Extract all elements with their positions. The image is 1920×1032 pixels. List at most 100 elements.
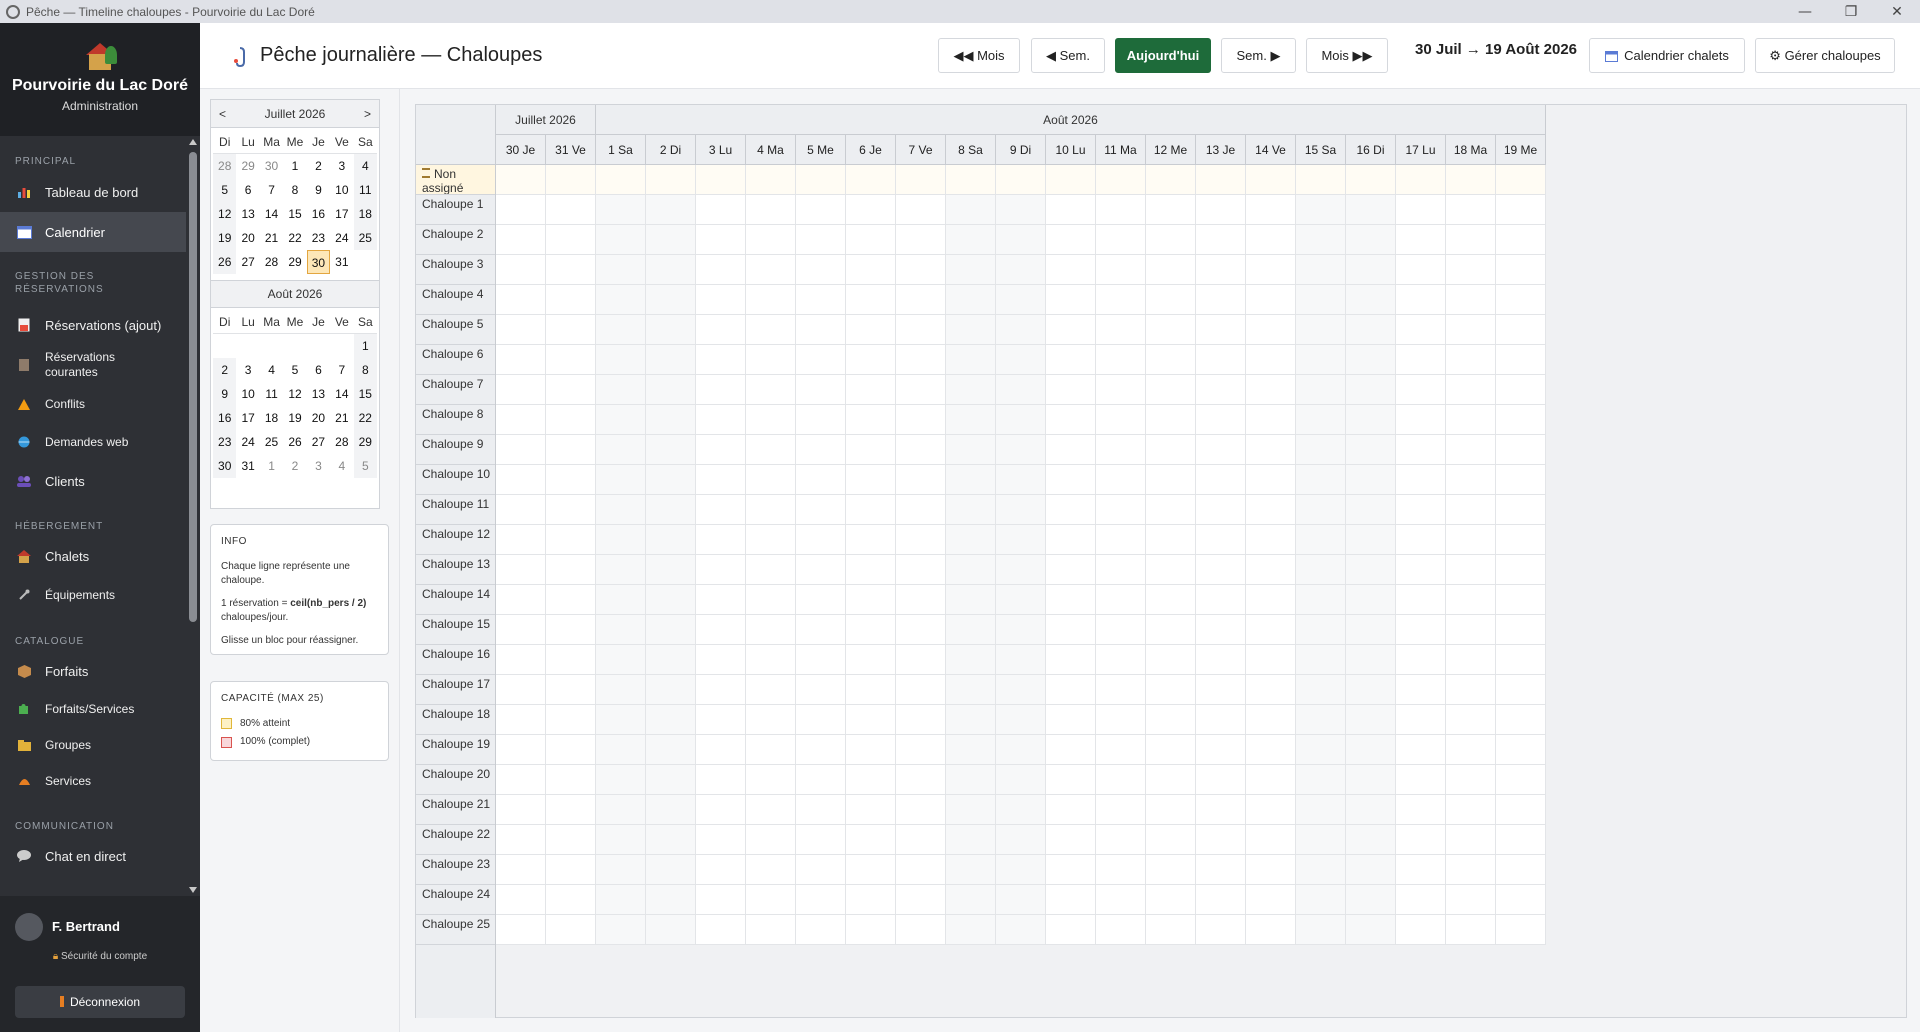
- timeline-cell[interactable]: [846, 435, 896, 465]
- timeline-cell[interactable]: [1246, 195, 1296, 225]
- timeline-cell[interactable]: [796, 825, 846, 855]
- timeline-cell[interactable]: [496, 825, 546, 855]
- timeline-cell[interactable]: [1396, 495, 1446, 525]
- mini-calendar-day[interactable]: 28: [213, 154, 237, 178]
- timeline-cell[interactable]: [746, 795, 796, 825]
- timeline-cell[interactable]: [996, 795, 1046, 825]
- timeline-cell[interactable]: [946, 915, 996, 945]
- mini-calendar-day[interactable]: 20: [236, 226, 259, 250]
- timeline-cell[interactable]: [1196, 315, 1246, 345]
- timeline-cell[interactable]: [596, 585, 646, 615]
- maximize-button[interactable]: ❐: [1828, 4, 1874, 20]
- timeline-cell[interactable]: [1046, 375, 1096, 405]
- timeline-cell[interactable]: [1296, 465, 1346, 495]
- timeline-cell[interactable]: [496, 435, 546, 465]
- timeline-cell[interactable]: [546, 795, 596, 825]
- timeline-cell[interactable]: [696, 225, 746, 255]
- timeline-cell[interactable]: [1296, 825, 1346, 855]
- timeline-cell[interactable]: [1346, 225, 1396, 255]
- timeline-cell[interactable]: [496, 645, 546, 675]
- timeline-cell[interactable]: [1196, 705, 1246, 735]
- timeline-cell[interactable]: [1446, 375, 1496, 405]
- timeline-cell[interactable]: [1146, 225, 1196, 255]
- timeline-cell[interactable]: [1096, 855, 1146, 885]
- timeline-cell[interactable]: [1396, 435, 1446, 465]
- timeline-cell[interactable]: [696, 195, 746, 225]
- timeline-cell[interactable]: [1346, 315, 1396, 345]
- timeline-cell[interactable]: [796, 225, 846, 255]
- timeline-cell[interactable]: [1046, 855, 1096, 885]
- timeline-cell[interactable]: [546, 405, 596, 435]
- mini-calendar-day[interactable]: 17: [236, 406, 259, 430]
- timeline-cell[interactable]: [896, 495, 946, 525]
- mini-calendar-day[interactable]: 17: [330, 202, 353, 226]
- timeline-cell[interactable]: [596, 525, 646, 555]
- mini-calendar-day[interactable]: 22: [283, 226, 306, 250]
- timeline-cell[interactable]: [1196, 465, 1246, 495]
- timeline-cell[interactable]: [996, 825, 1046, 855]
- timeline-cell[interactable]: [1496, 855, 1546, 885]
- timeline-cell[interactable]: [1446, 195, 1496, 225]
- timeline-cell[interactable]: [496, 705, 546, 735]
- timeline-cell[interactable]: [746, 225, 796, 255]
- timeline-cell[interactable]: [1396, 765, 1446, 795]
- timeline-cell[interactable]: [496, 795, 546, 825]
- timeline-cell[interactable]: [1246, 885, 1296, 915]
- timeline-cell[interactable]: [946, 765, 996, 795]
- timeline-cell[interactable]: [796, 315, 846, 345]
- timeline-cell[interactable]: [996, 405, 1046, 435]
- timeline-cell[interactable]: [696, 255, 746, 285]
- timeline-cell[interactable]: [1346, 555, 1396, 585]
- timeline-cell[interactable]: [746, 465, 796, 495]
- timeline-cell[interactable]: [846, 525, 896, 555]
- timeline-cell[interactable]: [1346, 405, 1396, 435]
- manage-boats-button[interactable]: ⚙ Gérer chaloupes: [1755, 38, 1895, 73]
- timeline-cell[interactable]: [1146, 645, 1196, 675]
- timeline-cell[interactable]: [546, 225, 596, 255]
- mini-calendar-day[interactable]: 11: [353, 178, 377, 202]
- timeline-cell[interactable]: [1096, 555, 1146, 585]
- timeline-cell[interactable]: [646, 675, 696, 705]
- timeline-cell[interactable]: [946, 375, 996, 405]
- timeline-cell[interactable]: [846, 885, 896, 915]
- timeline-cell[interactable]: [796, 435, 846, 465]
- timeline-cell[interactable]: [1396, 285, 1446, 315]
- timeline-cell[interactable]: [1146, 675, 1196, 705]
- timeline-cell[interactable]: [1096, 675, 1146, 705]
- mini-calendar-day[interactable]: 16: [307, 202, 330, 226]
- timeline-cell[interactable]: [846, 165, 896, 195]
- timeline-cell[interactable]: [1446, 525, 1496, 555]
- timeline-cell[interactable]: [1296, 255, 1346, 285]
- timeline-cell[interactable]: [796, 465, 846, 495]
- timeline-cell[interactable]: [696, 585, 746, 615]
- timeline-cell[interactable]: [1046, 405, 1096, 435]
- timeline-cell[interactable]: [1146, 165, 1196, 195]
- mini-calendar-day[interactable]: 26: [213, 250, 237, 274]
- timeline-cell[interactable]: [646, 465, 696, 495]
- timeline-cell[interactable]: [1146, 765, 1196, 795]
- timeline-cell[interactable]: [846, 675, 896, 705]
- timeline-cell[interactable]: [796, 795, 846, 825]
- timeline-cell[interactable]: [596, 735, 646, 765]
- timeline-cell[interactable]: [746, 735, 796, 765]
- timeline-cell[interactable]: [1146, 435, 1196, 465]
- timeline-cell[interactable]: [846, 345, 896, 375]
- timeline-cell[interactable]: [746, 375, 796, 405]
- timeline-cell[interactable]: [846, 375, 896, 405]
- timeline-cell[interactable]: [896, 885, 946, 915]
- timeline-cell[interactable]: [796, 495, 846, 525]
- timeline-cell[interactable]: [1196, 225, 1246, 255]
- timeline-cell[interactable]: [1446, 795, 1496, 825]
- mini-calendar-day[interactable]: 23: [307, 226, 330, 250]
- timeline-cell[interactable]: [1296, 615, 1346, 645]
- timeline-cell[interactable]: [496, 855, 546, 885]
- mini-calendar-day[interactable]: 31: [330, 250, 353, 274]
- timeline-cell[interactable]: [596, 465, 646, 495]
- timeline-cell[interactable]: [1046, 915, 1096, 945]
- timeline-cell[interactable]: [1046, 675, 1096, 705]
- mini-calendar-day[interactable]: 30: [213, 454, 237, 478]
- timeline-cell[interactable]: [746, 825, 796, 855]
- timeline-cell[interactable]: [746, 915, 796, 945]
- timeline-cell[interactable]: [846, 255, 896, 285]
- timeline-cell[interactable]: [746, 435, 796, 465]
